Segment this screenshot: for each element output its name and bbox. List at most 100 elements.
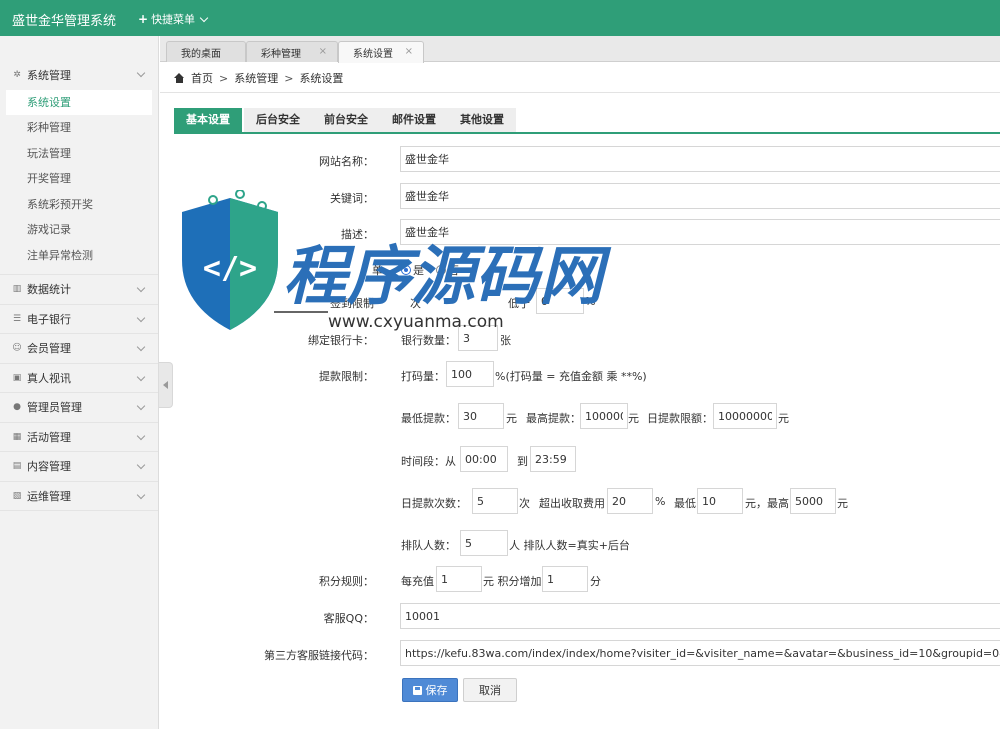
sidebar: ✲ 系统管理 系统设置 彩种管理 玩法管理 开奖管理 系统彩预开奖 游戏记录 注… — [0, 36, 159, 729]
sidebar-group-label: 数据统计 — [27, 283, 71, 297]
fee-max-input[interactable] — [790, 488, 836, 514]
row4-label: 单 — [372, 264, 383, 277]
breadcrumb-separator: > — [219, 71, 229, 85]
radio-yes[interactable]: 是 — [401, 262, 424, 278]
tab-basic-settings[interactable]: 基本设置 — [174, 108, 242, 132]
fee-input[interactable] — [607, 488, 653, 514]
daily-limit-unit: 元 — [778, 412, 789, 425]
tab-backend-security[interactable]: 后台安全 — [244, 108, 312, 132]
description-label: 描述： — [341, 228, 374, 241]
points-each-label: 每充值 — [401, 575, 434, 588]
list-icon: ☰ — [12, 313, 22, 324]
sidebar-group-members[interactable]: ☺ 会员管理 — [0, 334, 158, 364]
page-tab-strip: 我的桌面 彩种管理 × 系统设置 × — [160, 36, 1000, 63]
sidebar-group-label: 管理员管理 — [27, 401, 82, 415]
cancel-button[interactable]: 取消 — [463, 678, 517, 702]
chevron-down-icon — [136, 401, 146, 411]
bar-chart-icon: ▥ — [12, 284, 22, 295]
tab-mail-settings[interactable]: 邮件设置 — [380, 108, 448, 132]
sidebar-group-statistics[interactable]: ▥ 数据统计 — [0, 275, 158, 305]
sidebar-group-label: 内容管理 — [27, 460, 71, 474]
keywords-input[interactable] — [400, 183, 1000, 209]
daily-limit-input[interactable] — [713, 403, 777, 429]
points-add-input[interactable] — [542, 566, 588, 592]
sidebar-group-label: 会员管理 — [27, 342, 71, 356]
bet-label: 打码量： — [401, 370, 445, 383]
save-button[interactable]: 保存 — [402, 678, 458, 702]
radio-unchecked-icon — [436, 265, 446, 275]
quick-menu-button[interactable]: + 快捷菜单 — [138, 11, 209, 27]
bet-input[interactable] — [446, 361, 494, 387]
row5-input[interactable] — [536, 288, 584, 314]
user-icon: ● — [13, 402, 21, 413]
close-icon[interactable]: × — [319, 46, 327, 57]
sidebar-group-label: 活动管理 — [27, 430, 71, 444]
quick-menu-label: 快捷菜单 — [151, 13, 196, 26]
radio-no-label: 否 — [448, 264, 459, 277]
fee-min-input[interactable] — [697, 488, 743, 514]
tab-lottery-types[interactable]: 彩种管理 × — [246, 41, 338, 62]
bet-note: %(打码量 = 充值金额 乘 **%) — [495, 370, 647, 383]
sidebar-group-e-bank[interactable]: ☰ 电子银行 — [0, 305, 158, 334]
third-party-input[interactable] — [400, 640, 1000, 666]
breadcrumb: 首页 > 系统管理 > 系统设置 — [174, 70, 343, 86]
sidebar-collapse-handle[interactable] — [159, 362, 173, 408]
sidebar-item-lottery-types[interactable]: 彩种管理 — [0, 115, 158, 141]
sidebar-group-label: 系统管理 — [27, 68, 71, 82]
fee-min-unit: 元，最高 — [745, 497, 789, 510]
radio-yes-label: 是 — [413, 264, 424, 277]
tab-label: 系统设置 — [353, 49, 393, 60]
tab-label: 我的桌面 — [181, 48, 221, 60]
sidebar-group-live-video[interactable]: ▣ 真人视讯 — [0, 364, 158, 393]
top-bar: 盛世金华管理系统 + 快捷菜单 — [0, 0, 1000, 36]
radio-no[interactable]: 否 — [436, 262, 459, 278]
breadcrumb-level1[interactable]: 系统管理 — [234, 70, 278, 86]
breadcrumb-home[interactable]: 首页 — [191, 70, 213, 86]
daily-count-label: 日提款次数： — [401, 497, 467, 510]
ops-icon: ▧ — [12, 490, 22, 501]
daily-count-input[interactable] — [472, 488, 518, 514]
site-name-input[interactable] — [400, 146, 1000, 172]
sidebar-group-ops[interactable]: ▧ 运维管理 — [0, 482, 158, 511]
sidebar-item-game-records[interactable]: 游戏记录 — [0, 217, 158, 243]
sidebar-item-system-settings[interactable]: 系统设置 — [6, 89, 152, 115]
qq-input[interactable] — [400, 603, 1000, 629]
chevron-down-icon — [136, 490, 146, 499]
fee-label: 超出收取费用 — [539, 497, 605, 510]
sidebar-group-system[interactable]: ✲ 系统管理 — [0, 60, 158, 90]
tab-other-settings[interactable]: 其他设置 — [448, 108, 516, 132]
queue-note: 人 排队人数=真实+后台 — [509, 539, 630, 552]
row5-text-a: 次 — [410, 297, 421, 310]
sidebar-group-content[interactable]: ▤ 内容管理 — [0, 452, 158, 482]
queue-input[interactable] — [460, 530, 508, 556]
tab-my-desktop[interactable]: 我的桌面 — [166, 41, 246, 62]
breadcrumb-separator: > — [284, 71, 294, 85]
cancel-button-label: 取消 — [479, 684, 501, 697]
min-withdraw-unit: 元 — [506, 412, 517, 425]
chevron-down-icon — [199, 13, 209, 22]
max-withdraw-input[interactable] — [580, 403, 628, 429]
bind-card-input[interactable] — [458, 325, 498, 351]
time-from-input[interactable] — [460, 446, 508, 472]
daily-count-unit: 次 — [519, 497, 530, 510]
site-name-label: 网站名称： — [319, 155, 374, 168]
sidebar-group-label: 电子银行 — [27, 312, 71, 326]
sidebar-item-draw-management[interactable]: 开奖管理 — [0, 166, 158, 192]
sidebar-group-activities[interactable]: ▦ 活动管理 — [0, 423, 158, 452]
tab-system-settings[interactable]: 系统设置 × — [338, 41, 424, 63]
sidebar-item-play-rules[interactable]: 玩法管理 — [0, 141, 158, 167]
sidebar-item-pre-draw[interactable]: 系统彩预开奖 — [0, 192, 158, 218]
row5-unit: % — [585, 295, 596, 308]
min-withdraw-input[interactable] — [458, 403, 504, 429]
qq-label: 客服QQ： — [323, 612, 374, 625]
time-to-input[interactable] — [530, 446, 576, 472]
points-each-input[interactable] — [436, 566, 482, 592]
chevron-down-icon — [136, 68, 146, 78]
sidebar-item-bet-anomaly[interactable]: 注单异常检测 — [0, 243, 158, 269]
tab-frontend-security[interactable]: 前台安全 — [312, 108, 380, 132]
sidebar-group-admins[interactable]: ● 管理员管理 — [0, 393, 158, 423]
description-input[interactable] — [400, 219, 1000, 245]
fee-unit: % — [655, 495, 666, 508]
close-icon[interactable]: × — [405, 46, 413, 57]
tab-label: 彩种管理 — [261, 48, 301, 60]
